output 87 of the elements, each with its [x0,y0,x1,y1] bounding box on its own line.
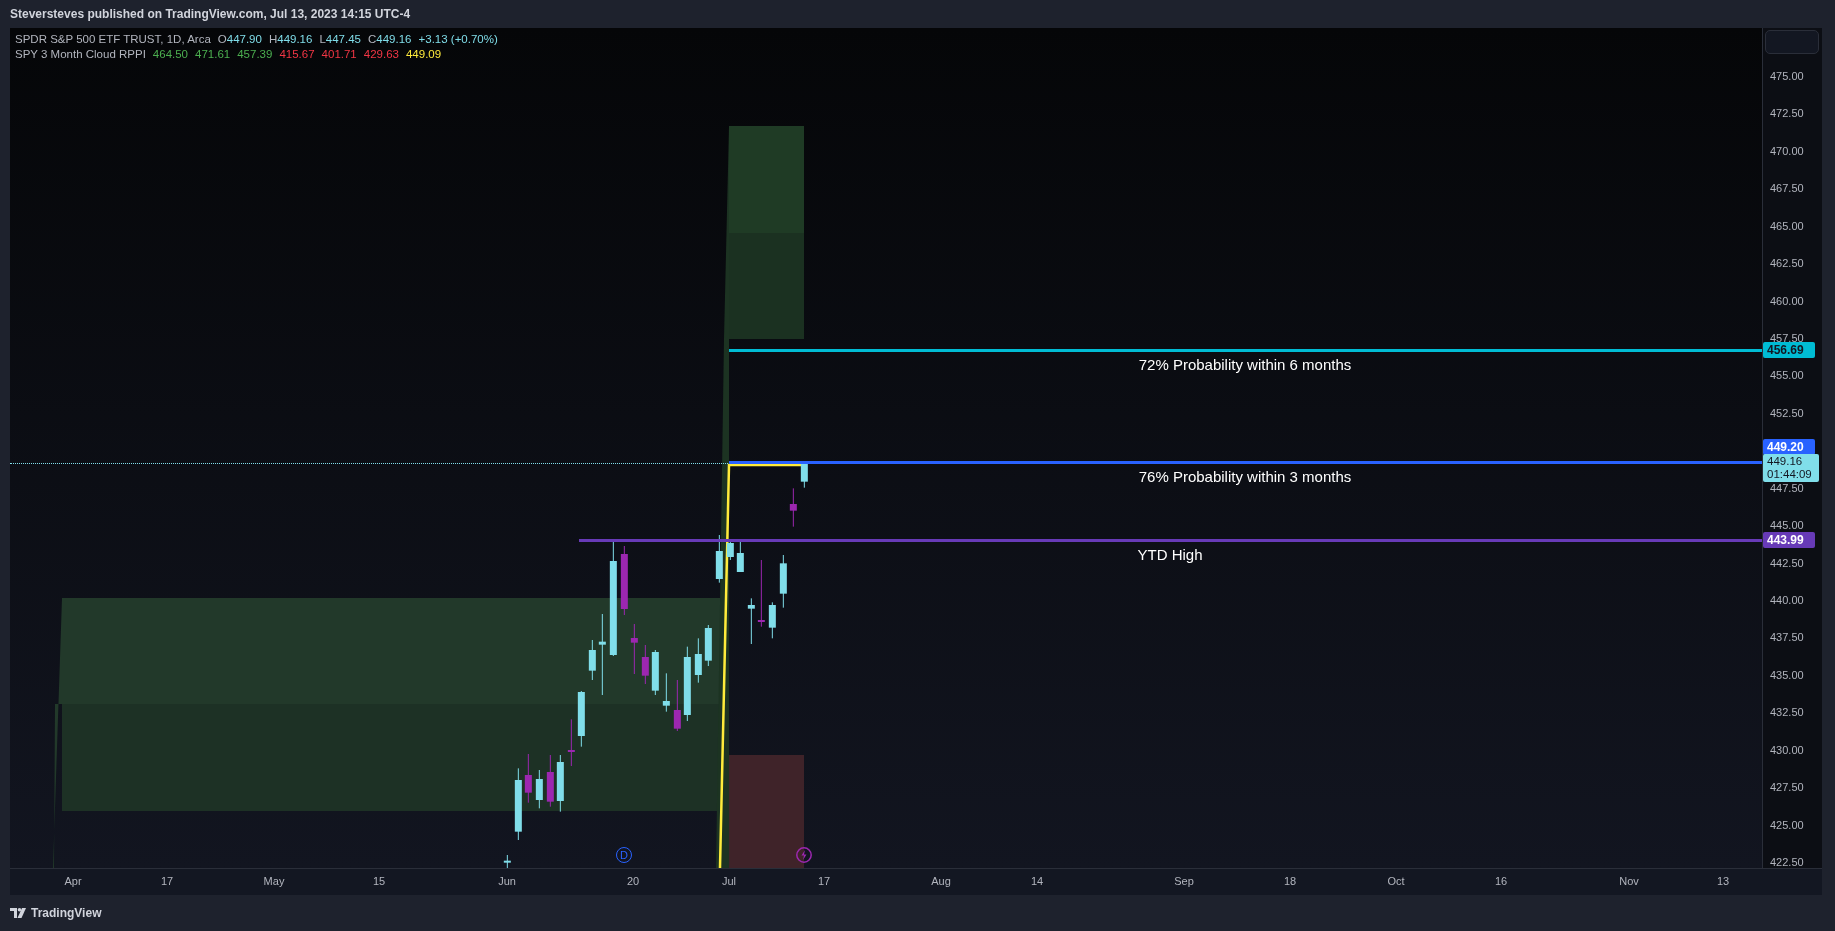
ohlc-value: H449.16 [268,33,313,45]
time-tick: Jun [498,875,516,887]
price-change: +3.13 (+0.70%) [418,33,498,45]
price-tick: 437.50 [1770,631,1804,644]
price-tag: 449.20 [1763,439,1815,456]
price-tick: 435.00 [1770,668,1804,681]
time-tick: 14 [1030,875,1044,887]
time-tick: Jul [721,875,737,887]
candle [757,559,765,628]
price-tick: 447.50 [1770,481,1804,494]
price-tick: 470.00 [1770,144,1804,157]
candle [673,679,681,732]
price-tick: 432.50 [1770,706,1804,719]
candle [556,754,564,813]
level-label: YTD High [1137,546,1203,564]
time-tick: May [263,875,285,887]
time-tick: 18 [1283,875,1297,887]
price-tick: 430.00 [1770,743,1804,756]
price-tick: 475.00 [1770,70,1804,82]
price-tick: 465.00 [1770,219,1804,232]
time-tick: 16 [1494,875,1508,887]
publish-line: Steversteves published on TradingView.com, Jul 13, 2023 14:15 UTC-4 [9,6,412,23]
time-tick: 15 [372,875,386,887]
time-tick: Apr [64,875,82,887]
candle [662,672,670,713]
price-tick: 442.50 [1770,556,1804,569]
price-tag: 456.69 [1763,342,1815,359]
time-tick: 17 [817,875,831,887]
candle [704,624,712,667]
indicator-value: 401.71 [321,48,357,60]
level-label: 72% Probability within 6 months [1138,356,1352,374]
price-tick: 452.50 [1770,406,1804,419]
candle [715,534,723,584]
candle [577,690,585,748]
candle [768,601,776,639]
indicator-value: 429.63 [363,48,399,60]
brand-name: TradingView [31,906,102,920]
indicator-value: 471.61 [195,48,231,60]
price-tick: 425.00 [1770,818,1804,831]
ohlc-value: L447.45 [319,33,361,45]
candle [524,753,532,804]
countdown-timer: 01:44:09 [1767,468,1813,481]
time-tick: 17 [160,875,174,887]
price-tick: 472.50 [1770,107,1804,120]
candle [736,540,744,573]
time-tick: 13 [1716,875,1730,887]
candle [630,623,638,675]
last-price: 449.16 [1767,455,1804,468]
price-tick: 462.50 [1770,257,1804,270]
ohlc-value: C449.16 [368,33,412,45]
candle [546,754,554,808]
price-tick: 460.00 [1770,294,1804,307]
time-tick: Nov [1619,875,1639,887]
indicator-value: 415.67 [279,48,315,60]
price-tick: 440.00 [1770,593,1804,606]
candle [779,554,787,609]
price-tick: 455.00 [1770,369,1804,382]
candle [694,637,702,684]
indicator-value: 457.39 [237,48,273,60]
indicator-value: 449.09 [405,48,442,60]
time-tick: 20 [626,875,640,887]
candle [535,769,543,809]
candle [641,644,649,685]
price-tick: 457.50 [1770,331,1804,344]
price-tick: 445.00 [1770,519,1804,532]
time-tick: Aug [931,875,951,887]
price-tick: 422.50 [1770,855,1804,868]
indicator-value: 464.50 [152,48,189,60]
lightning-icon[interactable] [796,847,812,863]
candle [588,639,596,681]
candle [651,649,659,696]
indicator-name: SPY 3 Month Cloud RPPI [15,48,146,60]
candle [620,545,628,616]
symbol-title: SPDR S&P 500 ETF TRUST, 1D, Arca [15,33,211,45]
price-tick: 427.50 [1770,781,1804,794]
candle [747,597,755,645]
logo-icon [10,908,27,918]
candle [800,462,808,489]
ohlc-value: O447.90 [217,33,262,45]
time-tick: Oct [1387,875,1405,887]
price-tick: 467.50 [1770,182,1804,195]
candle [567,718,575,767]
level-label: 76% Probability within 3 months [1138,468,1352,486]
candle [789,487,797,528]
time-tick: Sep [1174,875,1194,887]
candle [503,854,511,868]
price-tag: 443.99 [1763,532,1815,549]
